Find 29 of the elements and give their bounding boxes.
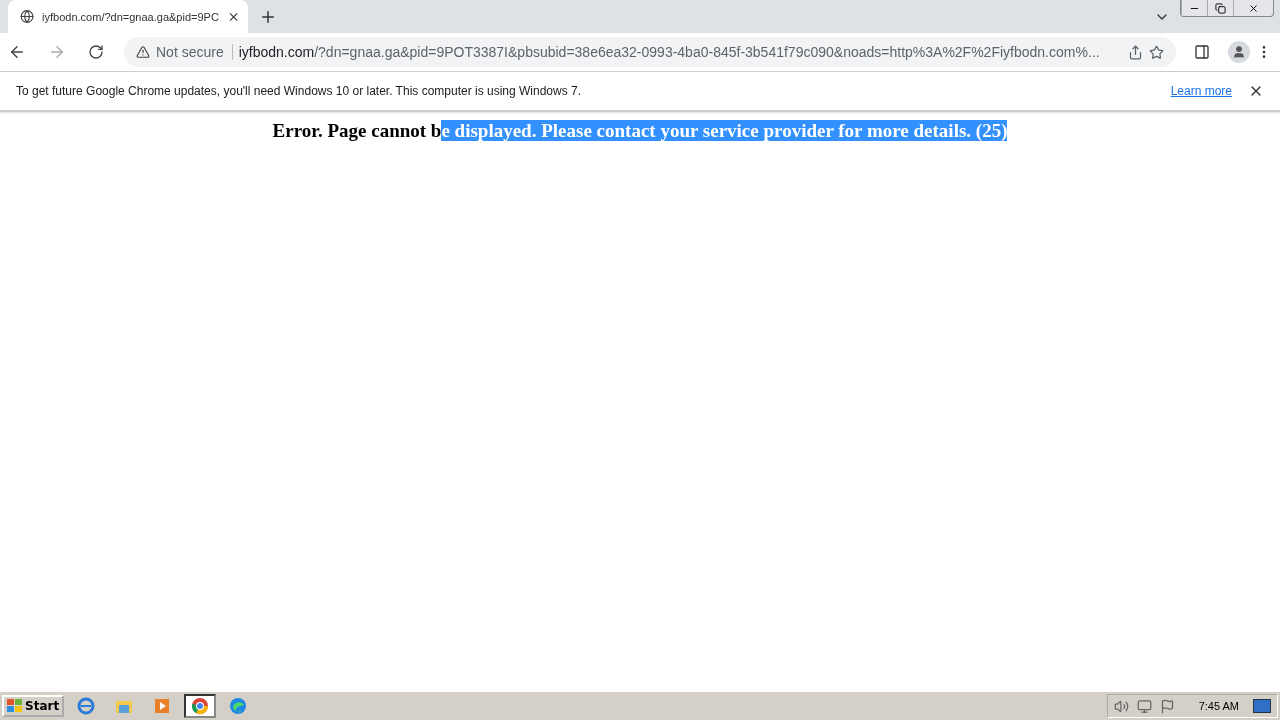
- warning-icon: [136, 45, 150, 59]
- globe-icon: [20, 9, 35, 24]
- update-message: To get future Google Chrome updates, you'll need Windows 10 or later. This computer is using Windows 7.: [16, 84, 583, 98]
- address-bar[interactable]: Not secure iyfbodn.com/?dn=gnaa.ga&pid=9POT3387I&pbsubid=38e6ea32-0993-4ba0-845f-3b541f79c090&noads=http%3A%2F%2Fiyfbodn.com%...: [124, 37, 1176, 67]
- taskbar-app-button[interactable]: [184, 694, 217, 718]
- show-desktop-icon[interactable]: [1253, 699, 1271, 713]
- start-button[interactable]: Start: [2, 695, 65, 717]
- share-icon[interactable]: [1128, 44, 1143, 60]
- clock: 7:45 AM: [1198, 700, 1239, 712]
- flag-icon[interactable]: [1159, 698, 1175, 714]
- restore-icon: [1215, 2, 1226, 14]
- profile-avatar[interactable]: [1228, 41, 1250, 63]
- close-icon: [1248, 2, 1259, 14]
- browser-tab[interactable]: iyfbodn.com/?dn=gnaa.ga&pid=9PC: [8, 0, 248, 33]
- network-icon[interactable]: [1136, 698, 1152, 714]
- folder-icon: [115, 698, 134, 714]
- edge-logo-icon: [229, 697, 248, 715]
- windows-logo-icon: [7, 699, 23, 713]
- reload-icon[interactable]: [88, 44, 104, 60]
- side-panel-icon[interactable]: [1194, 44, 1210, 60]
- bookmark-star-icon[interactable]: [1149, 44, 1164, 60]
- speaker-icon[interactable]: [1113, 698, 1129, 714]
- play-icon: [154, 698, 171, 714]
- chrome-logo-icon: [191, 697, 210, 715]
- error-message: Error. Page cannot be displayed. Please contact your service provider for more details. (25): [272, 120, 1008, 143]
- url-text: iyfbodn.com/?dn=gnaa.ga&pid=9POT3387I&pbsubid=38e6ea32-0993-4ba0-845f-3b541f79c090&noads=http%3A%2F%2Fiyfbodn.com%...: [238, 44, 1101, 60]
- learn-more-link[interactable]: Learn more: [1170, 84, 1232, 98]
- back-icon[interactable]: [8, 43, 26, 61]
- security-label: Not secure: [156, 44, 233, 60]
